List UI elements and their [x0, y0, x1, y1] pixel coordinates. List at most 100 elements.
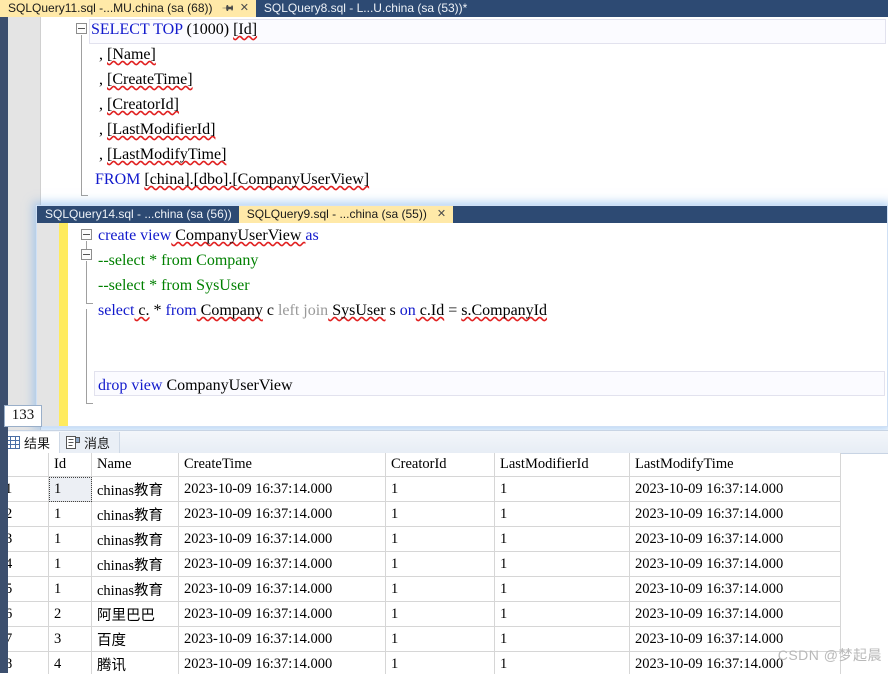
column-header-creatorid[interactable]: CreatorId	[386, 453, 495, 477]
code-area-front[interactable]: create view CompanyUserView as--select *…	[68, 223, 887, 427]
code-surface-front[interactable]: create view CompanyUserView as--select *…	[37, 223, 887, 427]
table-row[interactable]: 21chinas教育2023-10-09 16:37:14.000112023-…	[0, 502, 841, 527]
code-line[interactable]: --select * from SysUser	[98, 273, 547, 298]
code-line[interactable]: --select * from Company	[98, 248, 547, 273]
code-line[interactable]: , [Name]	[91, 42, 369, 67]
cell-lastmodifierid[interactable]: 1	[495, 527, 630, 552]
cell-creatorid[interactable]: 1	[386, 552, 495, 577]
sql-code-back[interactable]: SELECT TOP (1000) [Id] , [Name] , [Creat…	[91, 17, 369, 192]
column-header-lastmodifytime[interactable]: LastModifyTime	[630, 453, 841, 477]
cell-lastmodifierid[interactable]: 1	[495, 652, 630, 674]
cell-id[interactable]: 1	[49, 527, 92, 552]
table-row[interactable]: 31chinas教育2023-10-09 16:37:14.000112023-…	[0, 527, 841, 552]
cell-createtime[interactable]: 2023-10-09 16:37:14.000	[179, 477, 386, 502]
cell-name[interactable]: chinas教育	[92, 477, 179, 502]
cell-createtime[interactable]: 2023-10-09 16:37:14.000	[179, 627, 386, 652]
cell-lastmodifierid[interactable]: 1	[495, 502, 630, 527]
code-line[interactable]: SELECT TOP (1000) [Id]	[91, 17, 369, 42]
cell-creatorid[interactable]: 1	[386, 652, 495, 674]
tab-controls: ✕	[437, 206, 446, 223]
code-line[interactable]: create view CompanyUserView as	[98, 223, 547, 248]
column-header-id[interactable]: Id	[49, 453, 92, 477]
cell-lastmodifytime[interactable]: 2023-10-09 16:37:14.000	[630, 652, 841, 674]
code-token: (1000)	[186, 21, 233, 38]
cell-id[interactable]: 1	[49, 577, 92, 602]
table-row[interactable]: 41chinas教育2023-10-09 16:37:14.000112023-…	[0, 552, 841, 577]
tab-messages[interactable]: 消息	[59, 432, 120, 453]
cell-createtime[interactable]: 2023-10-09 16:37:14.000	[179, 577, 386, 602]
tab-sqlquery14[interactable]: SQLQuery14.sql - ...china (sa (56))	[37, 206, 239, 223]
code-line[interactable]: , [LastModifierId]	[91, 117, 369, 142]
code-token: create view	[98, 227, 171, 244]
cell-createtime[interactable]: 2023-10-09 16:37:14.000	[179, 527, 386, 552]
cell-createtime[interactable]: 2023-10-09 16:37:14.000	[179, 652, 386, 674]
table-row[interactable]: 84腾讯2023-10-09 16:37:14.000112023-10-09 …	[0, 652, 841, 674]
cell-name[interactable]: 阿里巴巴	[92, 602, 179, 627]
cell-creatorid[interactable]: 1	[386, 502, 495, 527]
cell-createtime[interactable]: 2023-10-09 16:37:14.000	[179, 552, 386, 577]
cell-lastmodifierid[interactable]: 1	[495, 552, 630, 577]
cell-id[interactable]: 4	[49, 652, 92, 674]
code-line[interactable]: drop view CompanyUserView	[98, 373, 547, 398]
table-row[interactable]: 11chinas教育2023-10-09 16:37:14.000112023-…	[0, 477, 841, 502]
cell-lastmodifytime[interactable]: 2023-10-09 16:37:14.000	[630, 577, 841, 602]
code-line[interactable]: FROM [china].[dbo].[CompanyUserView]	[91, 167, 369, 192]
cell-lastmodifytime[interactable]: 2023-10-09 16:37:14.000	[630, 477, 841, 502]
column-header-name[interactable]: Name	[92, 453, 179, 477]
cell-id[interactable]: 3	[49, 627, 92, 652]
cell-id[interactable]: 1	[49, 477, 92, 502]
cell-name[interactable]: chinas教育	[92, 552, 179, 577]
cell-lastmodifytime[interactable]: 2023-10-09 16:37:14.000	[630, 527, 841, 552]
cell-creatorid[interactable]: 1	[386, 577, 495, 602]
code-token: ,	[91, 96, 107, 113]
cell-name[interactable]: chinas教育	[92, 577, 179, 602]
cell-name[interactable]: chinas教育	[92, 502, 179, 527]
cell-id[interactable]: 1	[49, 502, 92, 527]
code-line[interactable]: , [CreateTime]	[91, 67, 369, 92]
code-line[interactable]	[98, 348, 547, 373]
code-line[interactable]: , [CreatorId]	[91, 92, 369, 117]
column-header-createtime[interactable]: CreateTime	[179, 453, 386, 477]
pin-icon[interactable]: 🖈	[218, 0, 237, 17]
code-token: [LastModifierId]	[107, 121, 215, 138]
close-icon[interactable]: ✕	[437, 206, 446, 223]
table-row[interactable]: 73百度2023-10-09 16:37:14.000112023-10-09 …	[0, 627, 841, 652]
tab-sqlquery11[interactable]: SQLQuery11.sql -...MU.china (sa (68)) 🖈 …	[0, 0, 256, 17]
outline-collapse-toggle[interactable]	[76, 23, 87, 34]
cell-name[interactable]: 腾讯	[92, 652, 179, 674]
cell-lastmodifierid[interactable]: 1	[495, 627, 630, 652]
cell-creatorid[interactable]: 1	[386, 602, 495, 627]
cell-lastmodifytime[interactable]: 2023-10-09 16:37:14.000	[630, 602, 841, 627]
cell-createtime[interactable]: 2023-10-09 16:37:14.000	[179, 502, 386, 527]
code-line[interactable]: select c. * from Company c left join Sys…	[98, 298, 547, 323]
table-row[interactable]: 51chinas教育2023-10-09 16:37:14.000112023-…	[0, 577, 841, 602]
outline-collapse-toggle-2[interactable]	[81, 249, 92, 260]
column-header-lastmodifierid[interactable]: LastModifierId	[495, 453, 630, 477]
code-line[interactable]	[98, 323, 547, 348]
close-icon[interactable]: ✕	[240, 0, 249, 17]
results-grid[interactable]: IdNameCreateTimeCreatorIdLastModifierIdL…	[0, 453, 841, 674]
tab-sqlquery9[interactable]: SQLQuery9.sql - ...china (sa (55)) ✕	[239, 206, 453, 223]
cell-id[interactable]: 1	[49, 552, 92, 577]
outline-collapse-toggle-1[interactable]	[81, 229, 92, 240]
cell-name[interactable]: 百度	[92, 627, 179, 652]
cell-createtime[interactable]: 2023-10-09 16:37:14.000	[179, 602, 386, 627]
results-grid-scroll[interactable]: IdNameCreateTimeCreatorIdLastModifierIdL…	[0, 453, 888, 674]
tab-results[interactable]: 结果	[0, 432, 59, 453]
cell-creatorid[interactable]: 1	[386, 477, 495, 502]
cell-name[interactable]: chinas教育	[92, 527, 179, 552]
table-row[interactable]: 62阿里巴巴2023-10-09 16:37:14.000112023-10-0…	[0, 602, 841, 627]
tab-sqlquery8[interactable]: SQLQuery8.sql - L...U.china (sa (53))*	[256, 0, 474, 17]
cell-lastmodifierid[interactable]: 1	[495, 602, 630, 627]
code-token: [Id]	[233, 21, 257, 38]
cell-id[interactable]: 2	[49, 602, 92, 627]
sql-code-front[interactable]: create view CompanyUserView as--select *…	[98, 223, 547, 398]
cell-lastmodifytime[interactable]: 2023-10-09 16:37:14.000	[630, 502, 841, 527]
cell-creatorid[interactable]: 1	[386, 627, 495, 652]
cell-lastmodifytime[interactable]: 2023-10-09 16:37:14.000	[630, 627, 841, 652]
cell-lastmodifierid[interactable]: 1	[495, 477, 630, 502]
code-line[interactable]: , [LastModifyTime]	[91, 142, 369, 167]
cell-lastmodifytime[interactable]: 2023-10-09 16:37:14.000	[630, 552, 841, 577]
cell-lastmodifierid[interactable]: 1	[495, 577, 630, 602]
cell-creatorid[interactable]: 1	[386, 527, 495, 552]
